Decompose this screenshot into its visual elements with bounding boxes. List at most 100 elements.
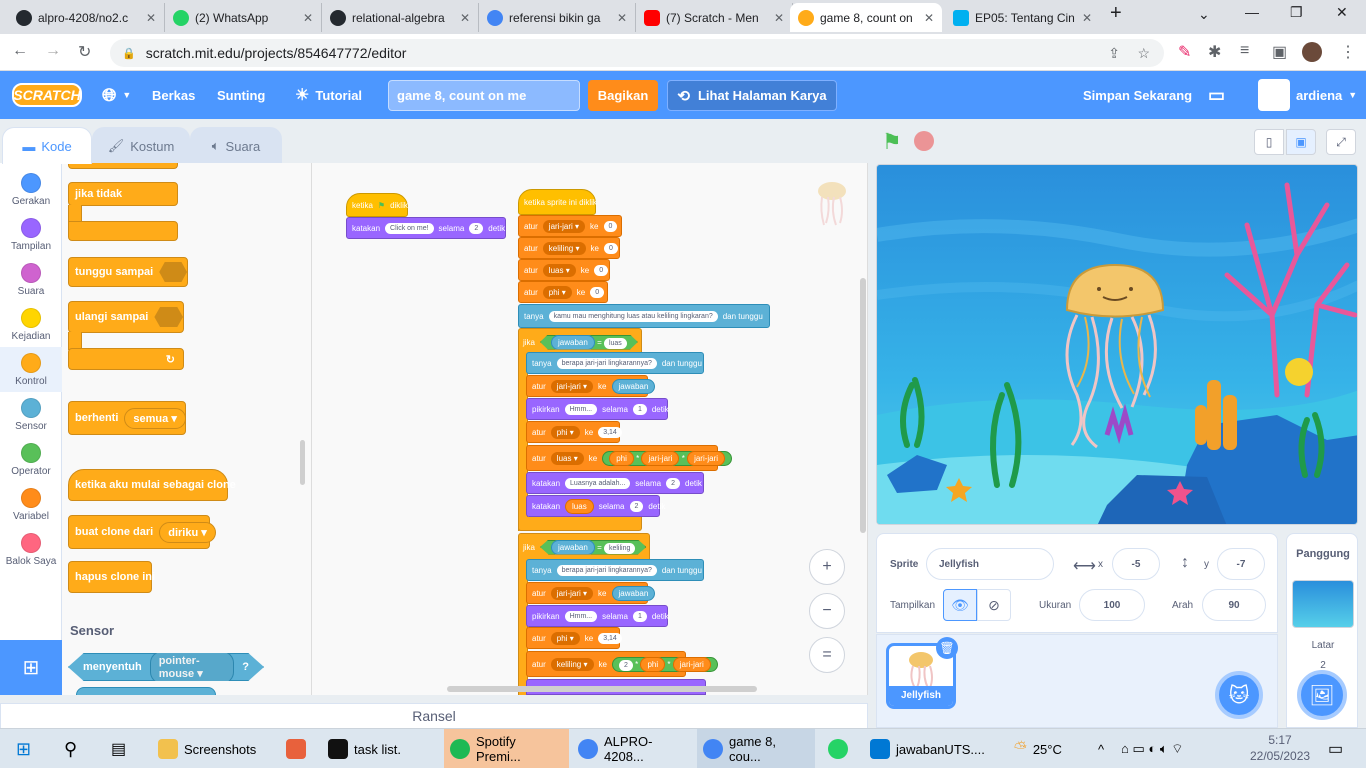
task-view-icon[interactable]: ▤ (105, 729, 132, 768)
zoom-reset-button[interactable]: = (809, 637, 845, 673)
side-panel-icon[interactable]: ▣ (1272, 42, 1287, 62)
tab-code[interactable]: ▬ Kode (2, 127, 92, 164)
close-icon[interactable]: ✕ (774, 11, 784, 25)
set-variable-block[interactable]: atur phi ▾ ke 0 (518, 281, 608, 303)
variable-reporter[interactable]: jari-jari (687, 450, 726, 466)
my-stuff-folder-icon[interactable]: ▭ (1208, 71, 1225, 119)
taskbar-item[interactable] (822, 729, 854, 768)
close-icon[interactable]: ✕ (460, 11, 470, 25)
new-tab-button[interactable]: + (1110, 2, 1122, 25)
save-now-button[interactable]: Simpan Sekarang (1083, 71, 1192, 119)
set-variable-block[interactable]: atur luas ▾ ke phi * jari-jari * jari-jari (526, 445, 733, 471)
chrome-menu-icon[interactable]: ⋮ (1340, 42, 1356, 62)
value-input[interactable]: keliling (603, 542, 636, 554)
secs-input[interactable]: 1 (632, 403, 647, 415)
touching-block[interactable]: menyentuh pointer-mouse ▾? (68, 653, 264, 681)
when-sprite-clicked-block[interactable]: ketika sprite ini diklik (518, 189, 597, 215)
value-input[interactable]: 0 (603, 242, 618, 254)
zoom-out-button[interactable]: − (809, 593, 845, 629)
question-input[interactable]: kamu mau menghitung luas atau keliling l… (548, 310, 718, 322)
stop-block[interactable]: berhenti semua ▾ (68, 401, 186, 435)
script-area-horizontal-scrollbar[interactable] (447, 686, 757, 692)
think-for-secs-block[interactable]: pikirkan Hmm... selama 1 detik (526, 605, 669, 627)
size-input[interactable]: 100 (1079, 589, 1145, 621)
equals-operator[interactable]: jawaban = keliling (540, 539, 647, 555)
multiply-operator[interactable]: phi * jari-jari * jari-jari (602, 450, 733, 466)
when-i-start-as-clone-block[interactable]: ketika aku mulai sebagai clone (68, 469, 236, 501)
equals-operator[interactable]: jawaban = luas (540, 334, 638, 350)
tab-search-icon[interactable]: ⌄ (1198, 6, 1210, 23)
fullscreen-icon[interactable]: ⤢ (1326, 129, 1356, 155)
question-input[interactable]: berapa jari-jari lingkarannya? (556, 564, 657, 576)
think-text-input[interactable]: Hmm... (564, 610, 598, 622)
variable-dropdown[interactable]: luas ▾ (542, 263, 576, 277)
value-input[interactable]: luas (603, 337, 627, 349)
sensing-block-partial[interactable] (76, 687, 216, 695)
browser-tab[interactable]: (7) Scratch - Men ✕ (636, 3, 793, 32)
value-input[interactable]: 3,14 (598, 426, 622, 438)
when-flag-clicked-block[interactable]: ketika ⚑ diklik (346, 193, 408, 217)
tray-icons[interactable]: ⌂ ▭ ◐ 🔈︎ ⌔ (1115, 729, 1189, 768)
think-text-input[interactable]: Hmm... (564, 403, 598, 415)
set-variable-block[interactable]: atur luas ▾ ke 0 (518, 259, 610, 281)
say-for-secs-block[interactable]: katakan Luasnya adalah... selama 2 detik (526, 472, 704, 494)
close-window-icon[interactable]: ✕ (1336, 4, 1348, 21)
wait-until-block[interactable]: tunggu sampai (68, 257, 188, 287)
category-sound[interactable]: Suara (0, 257, 62, 302)
delete-clone-block[interactable]: hapus clone ini (68, 561, 155, 593)
variable-dropdown[interactable]: jari-jari ▾ (550, 379, 594, 393)
variable-dropdown[interactable]: jari-jari ▾ (550, 586, 594, 600)
repeat-until-block[interactable]: ulangi sampai (68, 301, 184, 333)
zoom-in-button[interactable]: + (809, 549, 845, 585)
media-queue-icon[interactable]: ≡ (1240, 42, 1249, 60)
add-extension-button[interactable]: ⊞ (0, 640, 62, 695)
windows-start-icon[interactable]: ⊞ (10, 729, 37, 768)
clone-target-dropdown[interactable]: diriku ▾ (159, 521, 216, 543)
question-input[interactable]: berapa jari-jari lingkarannya? (556, 357, 657, 369)
close-icon[interactable]: ✕ (146, 11, 156, 25)
variable-reporter[interactable]: phi (640, 656, 666, 672)
say-text-input[interactable]: Click on me! (385, 222, 434, 234)
stop-icon[interactable] (914, 131, 934, 151)
extensions-puzzle-icon[interactable]: ✱ (1208, 42, 1221, 62)
taskbar-item[interactable]: ALPRO-4208... (572, 729, 697, 768)
back-icon[interactable]: ← (12, 42, 28, 60)
set-variable-block[interactable]: atur phi ▾ ke 3,14 (526, 421, 622, 443)
extension-pen-icon[interactable]: ✎ (1178, 42, 1191, 62)
secs-input[interactable]: 2 (469, 222, 484, 234)
taskbar-item[interactable]: jawabanUTS.... (864, 729, 985, 768)
file-menu[interactable]: Berkas (152, 71, 195, 119)
ask-and-wait-block[interactable]: tanya kamu mau menghitung luas atau kelil… (518, 304, 770, 328)
share-button[interactable]: Bagikan (588, 80, 658, 111)
notifications-icon[interactable]: ▭ (1322, 729, 1349, 768)
tray-chevron-icon[interactable]: ^ (1092, 729, 1110, 768)
category-control[interactable]: Kontrol (0, 347, 62, 392)
say-for-secs-block[interactable]: katakan Click on me! selama 2 detik (346, 217, 506, 239)
language-menu[interactable]: 🌐︎ ▼ (102, 71, 131, 119)
sprite-name-input[interactable]: Jellyfish (926, 548, 1054, 580)
stop-dropdown[interactable]: semua ▾ (124, 407, 186, 429)
profile-avatar[interactable] (1302, 42, 1322, 62)
answer-reporter[interactable]: jawaban (551, 334, 595, 350)
variable-dropdown[interactable]: keliling ▾ (550, 657, 594, 671)
y-position-input[interactable]: -7 (1217, 548, 1265, 580)
ask-and-wait-block[interactable]: tanya berapa jari-jari lingkarannya? dan t… (526, 559, 704, 581)
category-operators[interactable]: Operator (0, 437, 62, 482)
hide-sprite-eye-slash-icon[interactable]: ⊘ (977, 589, 1011, 621)
set-variable-block[interactable]: atur jari-jari ▾ ke jawaban (526, 582, 656, 604)
value-input[interactable]: 0 (594, 264, 609, 276)
close-icon[interactable]: ✕ (617, 11, 627, 25)
category-events[interactable]: Kejadian (0, 302, 62, 347)
green-flag-icon[interactable]: ⚑ (882, 129, 902, 155)
set-variable-block[interactable]: atur keliling ▾ ke 0 (518, 237, 620, 259)
set-variable-block[interactable]: atur jari-jari ▾ ke jawaban (526, 375, 656, 397)
backpack-bar[interactable]: Ransel (0, 703, 868, 729)
variable-reporter[interactable]: jari-jari (641, 450, 680, 466)
x-position-input[interactable]: -5 (1112, 548, 1160, 580)
value-input[interactable]: 2 (618, 659, 633, 671)
browser-tab[interactable]: relational-algebra ✕ (322, 3, 479, 32)
project-title-input[interactable]: game 8, count on me (388, 80, 580, 111)
category-motion[interactable]: Gerakan (0, 167, 62, 212)
secs-input[interactable]: 2 (666, 477, 680, 489)
bookmark-star-icon[interactable]: ☆ (1137, 45, 1150, 62)
